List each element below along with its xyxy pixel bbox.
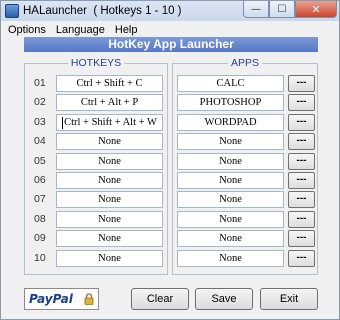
clear-button[interactable]: Clear <box>131 288 189 310</box>
menu-bar: Options Language Help <box>1 21 339 38</box>
app-field[interactable]: PHOTOSHOP <box>177 94 284 111</box>
app-field[interactable]: None <box>177 250 284 267</box>
save-button[interactable]: Save <box>195 288 253 310</box>
row-number: 05 <box>34 155 46 167</box>
exit-button[interactable]: Exit <box>260 288 318 310</box>
maximize-button[interactable]: ☐ <box>269 1 295 18</box>
hotkeys-group-title: HOTKEYS <box>67 57 125 69</box>
browse-app-button[interactable]: --- <box>288 75 315 92</box>
title-bar[interactable]: HALauncher ( Hotkeys 1 - 10 ) — ☐ ✕ <box>1 1 339 21</box>
app-field[interactable]: None <box>177 211 284 228</box>
hotkey-field[interactable]: None <box>56 211 163 228</box>
lock-icon <box>84 293 94 305</box>
app-field[interactable]: None <box>177 172 284 189</box>
app-window: HALauncher ( Hotkeys 1 - 10 ) — ☐ ✕ Opti… <box>0 0 340 320</box>
app-field[interactable]: None <box>177 133 284 150</box>
app-field[interactable]: None <box>177 230 284 247</box>
browse-app-button[interactable]: --- <box>288 230 315 247</box>
apps-group-title: APPS <box>227 57 262 69</box>
browse-app-button[interactable]: --- <box>288 250 315 267</box>
app-field[interactable]: WORDPAD <box>177 114 284 131</box>
hotkey-field[interactable]: None <box>56 250 163 267</box>
hotkey-field[interactable]: Ctrl + Shift + Alt + W <box>56 114 163 131</box>
row-number: 02 <box>34 96 46 108</box>
browse-app-button[interactable]: --- <box>288 133 315 150</box>
browse-app-button[interactable]: --- <box>288 94 315 111</box>
row-number: 10 <box>34 252 46 264</box>
app-field[interactable]: CALC <box>177 75 284 92</box>
browse-app-button[interactable]: --- <box>288 114 315 131</box>
paypal-donate-button[interactable]: PayPal <box>24 288 99 310</box>
menu-help[interactable]: Help <box>110 24 143 36</box>
menu-language[interactable]: Language <box>51 24 110 36</box>
browse-app-button[interactable]: --- <box>288 191 315 208</box>
browse-app-button[interactable]: --- <box>288 153 315 170</box>
app-header: HotKey App Launcher <box>24 37 318 52</box>
app-icon <box>5 4 19 18</box>
hotkey-field[interactable]: Ctrl + Alt + P <box>56 94 163 111</box>
window-title: HALauncher ( Hotkeys 1 - 10 ) <box>23 5 182 17</box>
window-controls: — ☐ ✕ <box>243 1 337 18</box>
row-number: 04 <box>34 135 46 147</box>
row-number: 01 <box>34 77 46 89</box>
hotkey-field[interactable]: None <box>56 172 163 189</box>
row-number: 09 <box>34 232 46 244</box>
hotkey-field[interactable]: None <box>56 133 163 150</box>
row-number: 06 <box>34 174 46 186</box>
row-number: 07 <box>34 193 46 205</box>
menu-options[interactable]: Options <box>1 24 51 36</box>
minimize-button[interactable]: — <box>243 1 269 18</box>
row-number: 08 <box>34 213 46 225</box>
text-caret <box>62 116 64 129</box>
hotkey-field-text: Ctrl + Shift + Alt + W <box>64 117 157 128</box>
row-number: 03 <box>34 116 46 128</box>
browse-app-button[interactable]: --- <box>288 211 315 228</box>
app-field[interactable]: None <box>177 191 284 208</box>
hotkey-field[interactable]: None <box>56 153 163 170</box>
paypal-label: PayPal <box>29 292 73 306</box>
browse-app-button[interactable]: --- <box>288 172 315 189</box>
hotkey-field[interactable]: None <box>56 230 163 247</box>
hotkey-field[interactable]: None <box>56 191 163 208</box>
app-field[interactable]: None <box>177 153 284 170</box>
hotkey-field[interactable]: Ctrl + Shift + C <box>56 75 163 92</box>
close-button[interactable]: ✕ <box>295 1 337 18</box>
